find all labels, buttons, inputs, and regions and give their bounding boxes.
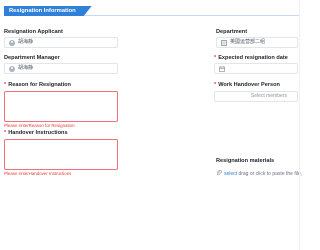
department-value: 英國运营部二组 (230, 39, 266, 45)
department-label-text: Department (216, 29, 248, 35)
reason-textarea[interactable] (4, 91, 118, 122)
expected-date-label-text: Expected resignation date (218, 55, 288, 61)
section-title-tab: Resignation Information (4, 6, 92, 16)
section-header: Resignation Information (0, 6, 300, 18)
section-title: Resignation Information (9, 8, 76, 14)
user-avatar-icon (9, 66, 15, 72)
materials-select-link[interactable]: select (224, 171, 237, 177)
scrollbar-edge (299, 0, 300, 250)
handover-person-label: * Work Handover Person (214, 82, 280, 88)
expected-date-label: * Expected resignation date (214, 55, 288, 61)
materials-hint: drag or click to paste the file, (238, 171, 303, 177)
expected-date-picker[interactable] (214, 63, 298, 74)
applicant-label-text: Resignation Applicant (4, 29, 63, 35)
handover-instructions-error: Please enterHandover Instructions (4, 171, 72, 176)
reason-label-text: Reason for Resignation (8, 82, 71, 88)
handover-instructions-textarea[interactable] (4, 139, 118, 170)
user-avatar-icon (9, 40, 15, 46)
manager-value: 胡海静 (18, 65, 34, 71)
reason-label: * Reason for Resignation (4, 82, 71, 88)
department-label: Department (216, 29, 247, 35)
handover-person-label-text: Work Handover Person (218, 82, 280, 88)
materials-upload-area[interactable]: select drag or click to paste the file, (216, 170, 302, 177)
handover-instructions-label-text: Handover Instructions (8, 130, 68, 136)
paperclip-icon (216, 170, 222, 176)
handover-person-select[interactable]: Select members (214, 91, 298, 102)
materials-label-text: Resignation materials (216, 158, 275, 164)
calendar-icon (219, 66, 225, 72)
handover-instructions-label: * Handover Instructions (4, 130, 68, 136)
required-asterisk: * (4, 82, 7, 88)
required-asterisk: * (4, 130, 7, 136)
applicant-value: 胡海静 (18, 39, 34, 45)
manager-label-text: Department Manager (4, 55, 60, 61)
department-icon (221, 40, 227, 46)
department-field[interactable]: 英國运营部二组 (216, 37, 298, 48)
handover-person-placeholder: Select members (250, 93, 287, 99)
manager-field[interactable]: 胡海静 (4, 63, 118, 74)
applicant-field[interactable]: 胡海静 (4, 37, 118, 48)
materials-label: Resignation materials (216, 158, 274, 164)
reason-error: Please enterReason for Resignation (4, 123, 75, 128)
manager-label: Department Manager (4, 55, 60, 61)
applicant-label: Resignation Applicant (4, 29, 63, 35)
required-asterisk: * (214, 82, 217, 88)
required-asterisk: * (214, 55, 217, 61)
